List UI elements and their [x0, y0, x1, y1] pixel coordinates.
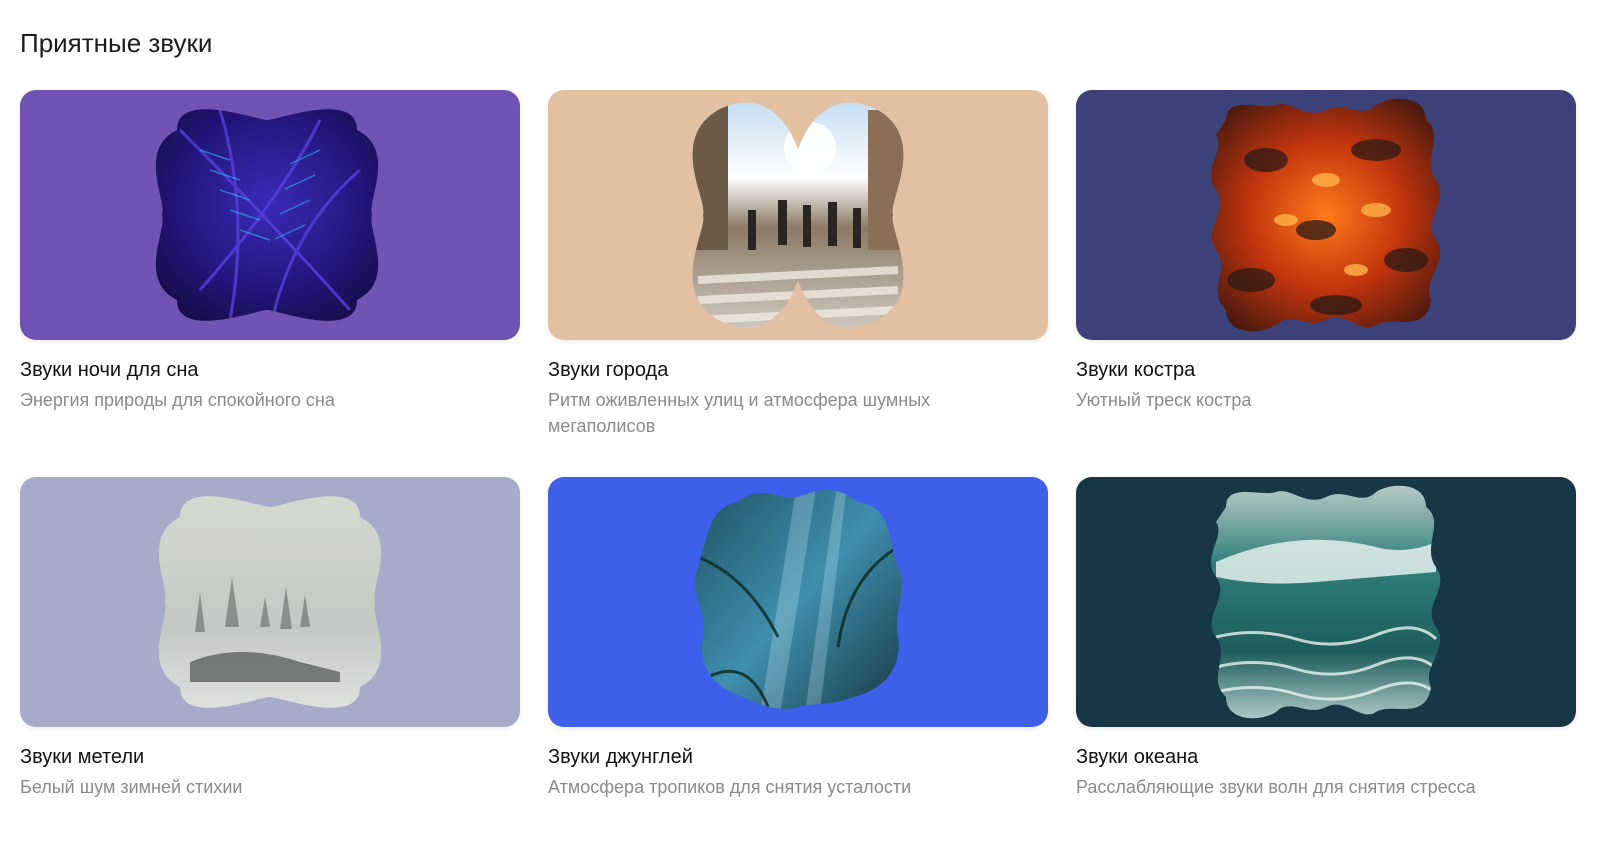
card-cover[interactable] — [1076, 90, 1576, 340]
sound-card-ocean[interactable]: Звуки океана Расслабляющие звуки волн дл… — [1076, 477, 1576, 864]
card-cover[interactable] — [1076, 477, 1576, 727]
sound-card-fire[interactable]: Звуки костра Уютный треск костра — [1076, 90, 1576, 477]
card-cover[interactable] — [548, 90, 1048, 340]
card-title: Звуки джунглей — [548, 746, 693, 768]
card-cover[interactable] — [20, 477, 520, 727]
card-subtitle: Расслабляющие звуки волн для снятия стре… — [1076, 777, 1476, 797]
sound-card-jungle[interactable]: Звуки джунглей Атмосфера тропиков для сн… — [548, 477, 1048, 864]
sound-card-blizzard[interactable]: Звуки метели Белый шум зимней стихии — [20, 477, 520, 864]
card-subtitle: Ритм оживленных улиц и атмосфера шумных … — [548, 390, 931, 436]
card-subtitle: Уютный треск костра — [1076, 390, 1252, 410]
sound-card-city[interactable]: Звуки города Ритм оживленных улиц и атмо… — [548, 90, 1048, 477]
sound-cards-grid: Звуки ночи для сна Энергия природы для с… — [20, 90, 1576, 864]
card-title: Звуки океана — [1076, 746, 1199, 768]
snowstorm-trees-image — [158, 496, 382, 708]
card-subtitle: Энергия природы для спокойного сна — [20, 390, 335, 410]
card-title: Звуки метели — [20, 746, 145, 768]
card-title: Звуки ночи для сна — [20, 359, 199, 381]
card-cover[interactable] — [20, 90, 520, 340]
sound-card-night[interactable]: Звуки ночи для сна Энергия природы для с… — [20, 90, 520, 477]
card-subtitle: Белый шум зимней стихии — [20, 777, 243, 797]
card-title: Звуки костра — [1076, 359, 1196, 381]
card-subtitle: Атмосфера тропиков для снятия усталости — [548, 777, 912, 797]
section-title: Приятные звуки — [20, 28, 213, 58]
jungle-sunrays-image — [695, 490, 902, 709]
card-cover[interactable] — [548, 477, 1048, 727]
ocean-wave-image — [1211, 485, 1441, 719]
city-street-image — [692, 102, 904, 328]
palm-leaves-night-image — [155, 109, 379, 321]
glowing-embers-image — [1211, 98, 1441, 332]
card-title: Звуки города — [548, 359, 669, 381]
